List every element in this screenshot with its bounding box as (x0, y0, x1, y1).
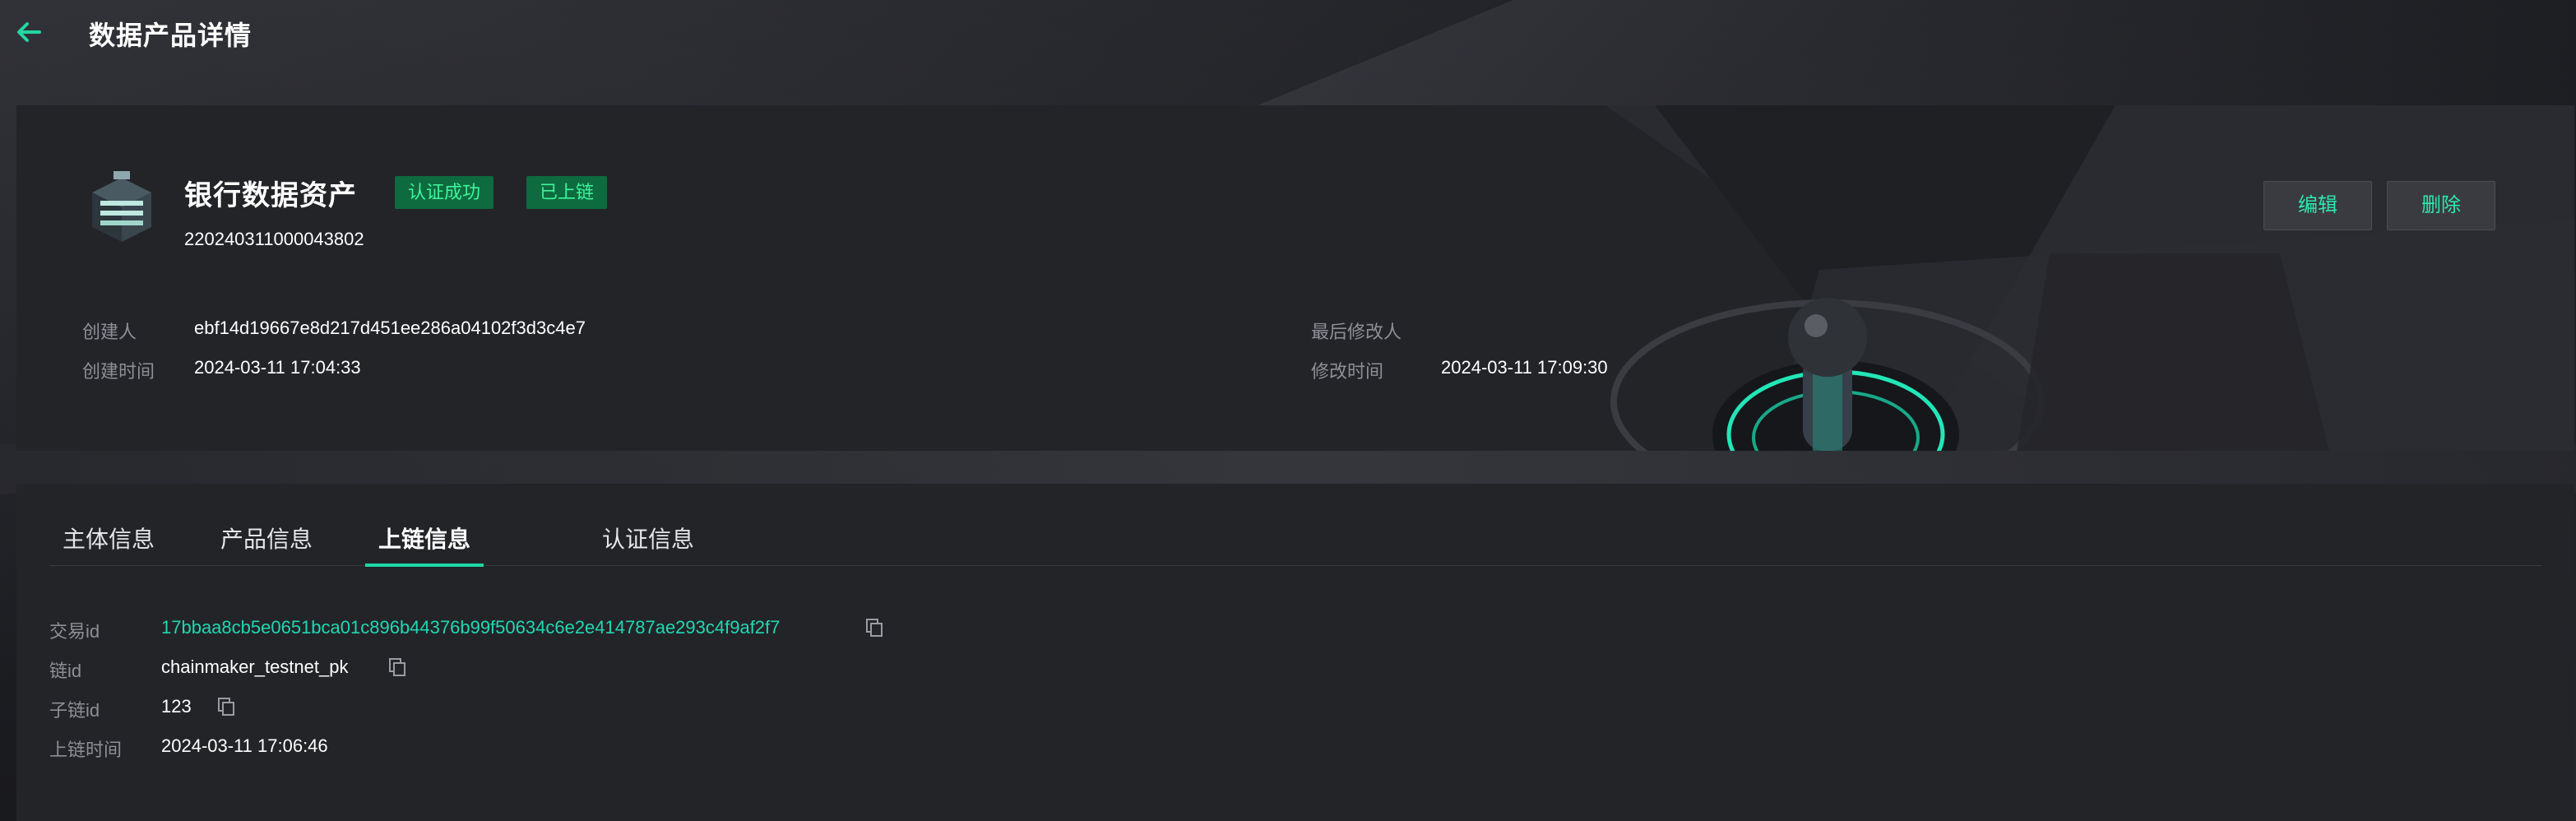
copy-icon[interactable] (387, 656, 408, 678)
page: 数据产品详情 银行数据资产 认证成功 已上链 22024031100004380… (0, 0, 2576, 821)
tab-chain-info[interactable]: 上链信息 (365, 517, 484, 567)
tab-certification-info[interactable]: 认证信息 (589, 517, 707, 566)
modified-time-label: 修改时间 (1311, 361, 1384, 382)
created-time-label: 创建时间 (82, 361, 155, 382)
asset-id: 220240311000043802 (184, 229, 364, 249)
modifier-label: 最后修改人 (1311, 322, 1402, 342)
asset-info-card: 银行数据资产 认证成功 已上链 220240311000043802 创建人 e… (16, 105, 2574, 451)
chain-time-label: 上链时间 (49, 740, 123, 760)
edit-button[interactable]: 编辑 (2263, 181, 2372, 230)
chain-time-value: 2024-03-11 17:06:46 (161, 735, 328, 756)
status-badge-on-chain: 已上链 (526, 176, 608, 209)
tab-product-info[interactable]: 产品信息 (207, 517, 326, 566)
delete-button[interactable]: 删除 (2387, 181, 2495, 230)
back-arrow-icon[interactable] (15, 18, 43, 46)
created-time-value: 2024-03-11 17:04:33 (194, 357, 361, 378)
top-bar: 数据产品详情 (0, 0, 2576, 63)
sub-chain-id-value: 123 (161, 696, 192, 717)
sub-chain-id-label: 子链id (49, 700, 100, 721)
copy-icon[interactable] (215, 696, 237, 717)
asset-name: 银行数据资产 (184, 180, 357, 211)
detail-panel: 主体信息 产品信息 上链信息 认证信息 交易id 17bbaa8cb5e0651… (16, 484, 2574, 821)
chain-id-label: 链id (49, 661, 82, 681)
tab-bar: 主体信息 产品信息 上链信息 认证信息 (49, 517, 2541, 567)
data-asset-icon (81, 168, 163, 250)
tx-id-value[interactable]: 17bbaa8cb5e0651bca01c896b44376b99f50634c… (161, 617, 780, 638)
status-badge-certified: 认证成功 (395, 176, 494, 209)
chain-id-value: chainmaker_testnet_pk (161, 656, 349, 677)
copy-icon[interactable] (864, 617, 885, 638)
decorative-3d-illustration (1605, 105, 2574, 451)
tab-subject-info[interactable]: 主体信息 (49, 517, 168, 566)
creator-label: 创建人 (82, 322, 137, 342)
creator-value: ebf14d19667e8d217d451ee286a04102f3d3c4e7 (194, 318, 586, 338)
page-title: 数据产品详情 (89, 21, 253, 50)
modified-time-value: 2024-03-11 17:09:30 (1441, 357, 1608, 378)
tx-id-label: 交易id (49, 621, 100, 642)
